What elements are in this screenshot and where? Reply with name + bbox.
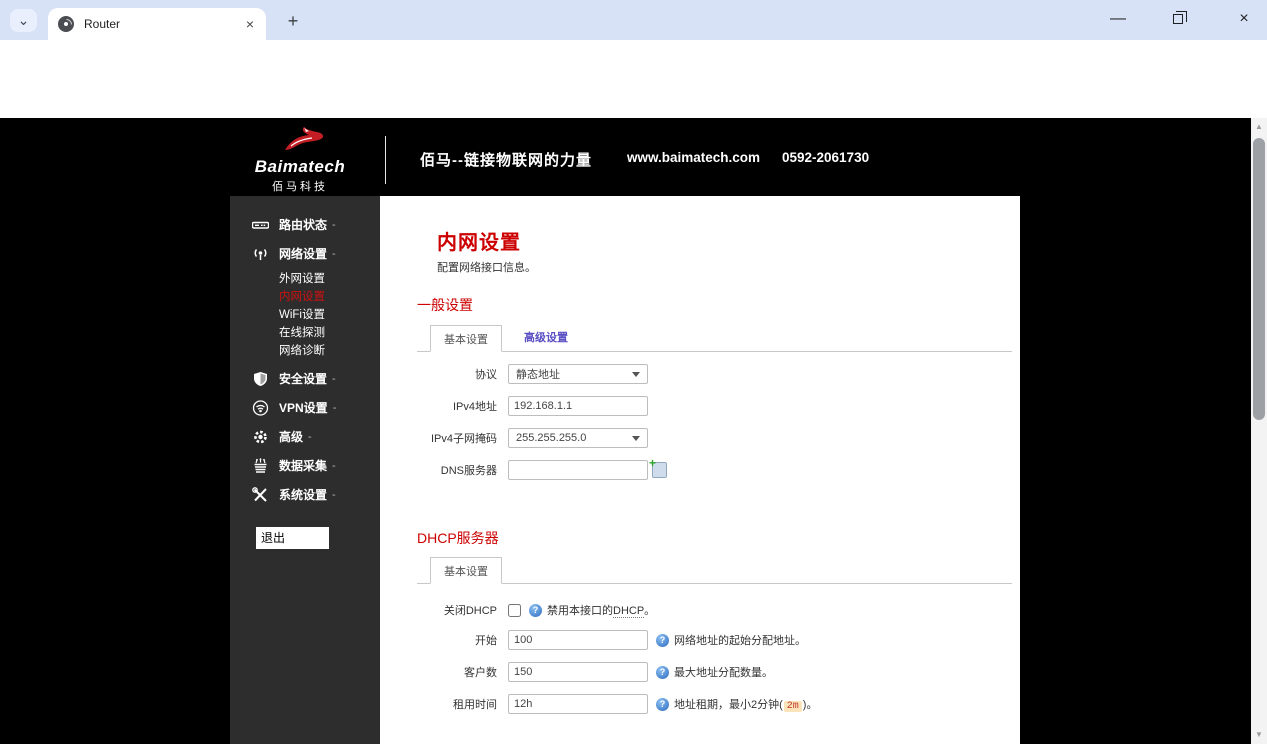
general-settings-section: 一般设置 基本设置 高级设置 协议 静态地址 IPv4地址 IPv4子网掩码 2… xyxy=(417,295,1012,480)
sidebar-item-advanced[interactable]: 高级 - xyxy=(230,422,380,451)
caret-icon: - xyxy=(332,219,336,231)
site-phone: 0592-2061730 xyxy=(782,150,869,165)
network-submenu: 外网设置 内网设置 WiFi设置 在线探测 网络诊断 xyxy=(230,268,380,364)
dhcp-lease-input[interactable] xyxy=(508,694,648,714)
scroll-up-icon[interactable]: ▲ xyxy=(1251,120,1267,134)
help-icon[interactable]: ? xyxy=(529,604,542,617)
caret-icon: - xyxy=(332,489,336,501)
caret-icon: - xyxy=(332,373,336,385)
scrollbar-thumb[interactable] xyxy=(1253,138,1265,420)
sidebar-item-system-settings[interactable]: 系统设置 - xyxy=(230,480,380,509)
help-icon[interactable]: ? xyxy=(656,698,669,711)
submenu-network-diagnosis[interactable]: 网络诊断 xyxy=(230,342,380,360)
dhcp-tabbar: 基本设置 xyxy=(417,557,1012,584)
tools-icon xyxy=(252,487,269,503)
plus-icon: + xyxy=(649,456,656,470)
browser-tab-strip: ⌄ Router × + — × xyxy=(0,0,1267,40)
tab-close-icon[interactable]: × xyxy=(244,16,256,32)
window-close-button[interactable]: × xyxy=(1221,0,1267,38)
baimatech-logo: Baimatech 佰马科技 xyxy=(250,126,350,194)
window-restore-button[interactable] xyxy=(1155,0,1201,38)
chevron-down-icon xyxy=(632,436,640,441)
header-divider xyxy=(385,136,386,184)
main-content: 内网设置 配置网络接口信息。 一般设置 基本设置 高级设置 协议 静态地址 IP… xyxy=(380,196,1020,744)
scroll-down-icon[interactable]: ▼ xyxy=(1251,728,1267,742)
dhcp-lease-help: 地址租期，最小2分钟(2m)。 xyxy=(674,696,817,712)
help-icon[interactable]: ? xyxy=(656,634,669,647)
network-icon xyxy=(252,246,269,262)
page-title: 内网设置 xyxy=(437,226,1020,255)
disable-dhcp-help: 禁用本接口的DHCP。 xyxy=(547,602,655,618)
tab-basic-settings[interactable]: 基本设置 xyxy=(430,325,502,352)
sidebar-item-data-collection[interactable]: 数据采集 - xyxy=(230,451,380,480)
dhcp-limit-label: 客户数 xyxy=(417,664,497,680)
restore-icon xyxy=(1173,14,1183,24)
site-slogan: 佰马--链接物联网的力量 xyxy=(420,149,592,170)
submenu-wan-settings[interactable]: 外网设置 xyxy=(230,270,380,288)
ipv4-address-input[interactable] xyxy=(508,396,648,416)
section-title-dhcp: DHCP服务器 xyxy=(417,528,1012,548)
site-website: www.baimatech.com xyxy=(627,150,760,165)
tab-advanced-settings[interactable]: 高级设置 xyxy=(524,324,568,351)
general-tabbar: 基本设置 高级设置 xyxy=(417,324,1012,352)
sidebar-item-vpn-settings[interactable]: VPN设置 - xyxy=(230,393,380,422)
caret-icon: - xyxy=(308,431,312,443)
caret-icon: - xyxy=(332,248,336,260)
netmask-label: IPv4子网掩码 xyxy=(417,430,497,446)
submenu-wifi-settings[interactable]: WiFi设置 xyxy=(230,306,380,324)
horse-logo-icon xyxy=(271,126,329,152)
router-page: Baimatech 佰马科技 佰马--链接物联网的力量 www.baimatec… xyxy=(0,118,1251,744)
router-favicon-icon xyxy=(58,16,74,32)
ipv4-address-label: IPv4地址 xyxy=(417,398,497,414)
brand-name-cn: 佰马科技 xyxy=(250,178,350,194)
shield-icon xyxy=(252,371,269,387)
dhcp-limit-input[interactable] xyxy=(508,662,648,682)
brand-name: Baimatech xyxy=(250,157,350,177)
vpn-icon xyxy=(252,400,269,416)
caret-icon: - xyxy=(332,460,336,472)
tab-dhcp-basic-settings[interactable]: 基本设置 xyxy=(430,557,502,584)
data-collection-icon xyxy=(252,458,269,474)
dhcp-start-input[interactable] xyxy=(508,630,648,650)
dhcp-limit-help: 最大地址分配数量。 xyxy=(674,664,773,680)
router-status-icon xyxy=(252,217,269,233)
page-scrollbar[interactable]: ▲ ▼ xyxy=(1251,118,1267,744)
dhcp-start-help: 网络地址的起始分配地址。 xyxy=(674,632,806,648)
dns-input[interactable] xyxy=(508,460,648,480)
dhcp-lease-label: 租用时间 xyxy=(417,696,497,712)
logout-button[interactable]: 退出 xyxy=(256,527,329,549)
disable-dhcp-label: 关闭DHCP xyxy=(417,602,497,618)
chevron-down-icon xyxy=(632,372,640,377)
submenu-online-detect[interactable]: 在线探测 xyxy=(230,324,380,342)
sidebar-item-router-status[interactable]: 路由状态 - xyxy=(230,210,380,239)
caret-icon: - xyxy=(333,402,337,414)
window-minimize-button[interactable]: — xyxy=(1095,0,1141,38)
bookmarks-bar xyxy=(0,84,1267,118)
dhcp-server-section: DHCP服务器 基本设置 关闭DHCP ? 禁用本接口的DHCP。 开始 ? 网… xyxy=(417,528,1012,714)
dns-label: DNS服务器 xyxy=(417,462,497,478)
tab-title: Router xyxy=(84,17,244,31)
disable-dhcp-checkbox[interactable] xyxy=(508,604,521,617)
dns-add-button[interactable]: + xyxy=(652,462,667,478)
page-subtitle: 配置网络接口信息。 xyxy=(437,259,1020,275)
sidebar-item-security-settings[interactable]: 安全设置 - xyxy=(230,364,380,393)
netmask-select[interactable]: 255.255.255.0 xyxy=(508,428,648,448)
sidebar-menu: 路由状态 - 网络设置 - 外网设置 内网设置 WiFi设置 在线探测 网络诊断… xyxy=(230,196,380,744)
new-tab-button[interactable]: + xyxy=(280,8,306,34)
gear-icon xyxy=(252,429,269,445)
lease-code-chip: 2m xyxy=(784,701,802,712)
submenu-lan-settings[interactable]: 内网设置 xyxy=(230,288,380,306)
dhcp-start-label: 开始 xyxy=(417,632,497,648)
protocol-select[interactable]: 静态地址 xyxy=(508,364,648,384)
browser-toolbar: ← → 不安全 192.168.1.1/cgi-bin/luci xyxy=(0,40,1267,84)
sidebar-item-network-settings[interactable]: 网络设置 - xyxy=(230,239,380,268)
browser-tab[interactable]: Router × xyxy=(48,8,266,40)
help-icon[interactable]: ? xyxy=(656,666,669,679)
tab-search-chevron-icon[interactable]: ⌄ xyxy=(10,9,37,32)
section-title-general: 一般设置 xyxy=(417,295,1012,315)
protocol-label: 协议 xyxy=(417,366,497,382)
